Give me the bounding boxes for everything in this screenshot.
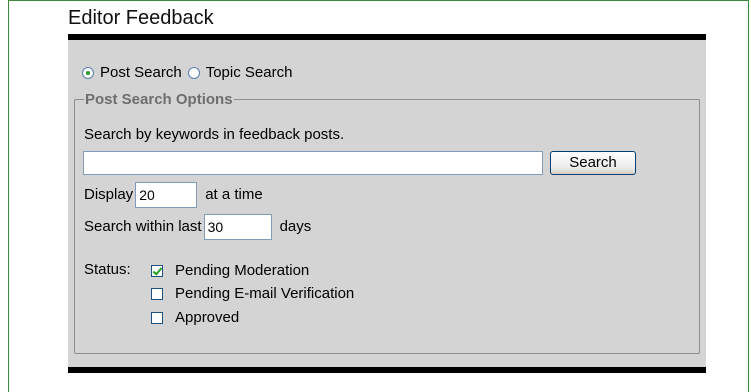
status-label: Status: [84,261,131,278]
pending-moderation-label[interactable]: Pending Moderation [175,262,309,280]
within-days-input[interactable] [203,214,272,240]
pending-email-label[interactable]: Pending E-mail Verification [175,285,354,303]
search-type-group: Post Search Topic Search [82,64,298,82]
display-suffix: at a time [205,186,263,203]
approved-checkbox[interactable] [151,312,163,324]
keywords-description: Search by keywords in feedback posts. [84,126,345,143]
topic-search-label[interactable]: Topic Search [206,64,293,82]
within-row: Search within last days [84,214,311,240]
status-option-pending-moderation[interactable]: Pending Moderation [151,262,309,280]
topic-search-radio[interactable] [187,67,200,79]
within-suffix: days [279,218,312,235]
search-panel: Post Search Topic Search Post Search Opt… [68,34,706,373]
search-button[interactable]: Search [550,151,636,175]
post-search-label[interactable]: Post Search [100,64,182,82]
page-title: Editor Feedback [68,7,214,29]
display-label: Display [84,186,134,203]
post-search-radio[interactable] [82,67,94,79]
status-option-approved[interactable]: Approved [151,309,239,327]
approved-label[interactable]: Approved [175,309,239,327]
display-row: Display at a time [84,182,263,208]
post-search-options-legend: Post Search Options [84,91,234,109]
within-label: Search within last [84,218,202,235]
pending-moderation-checkbox[interactable] [151,265,163,277]
status-option-pending-email[interactable]: Pending E-mail Verification [151,285,354,303]
pending-email-checkbox[interactable] [151,288,163,300]
post-search-options-fieldset: Post Search Options Search by keywords i… [74,91,700,354]
keywords-input[interactable] [83,151,543,175]
display-count-input[interactable] [135,182,198,208]
